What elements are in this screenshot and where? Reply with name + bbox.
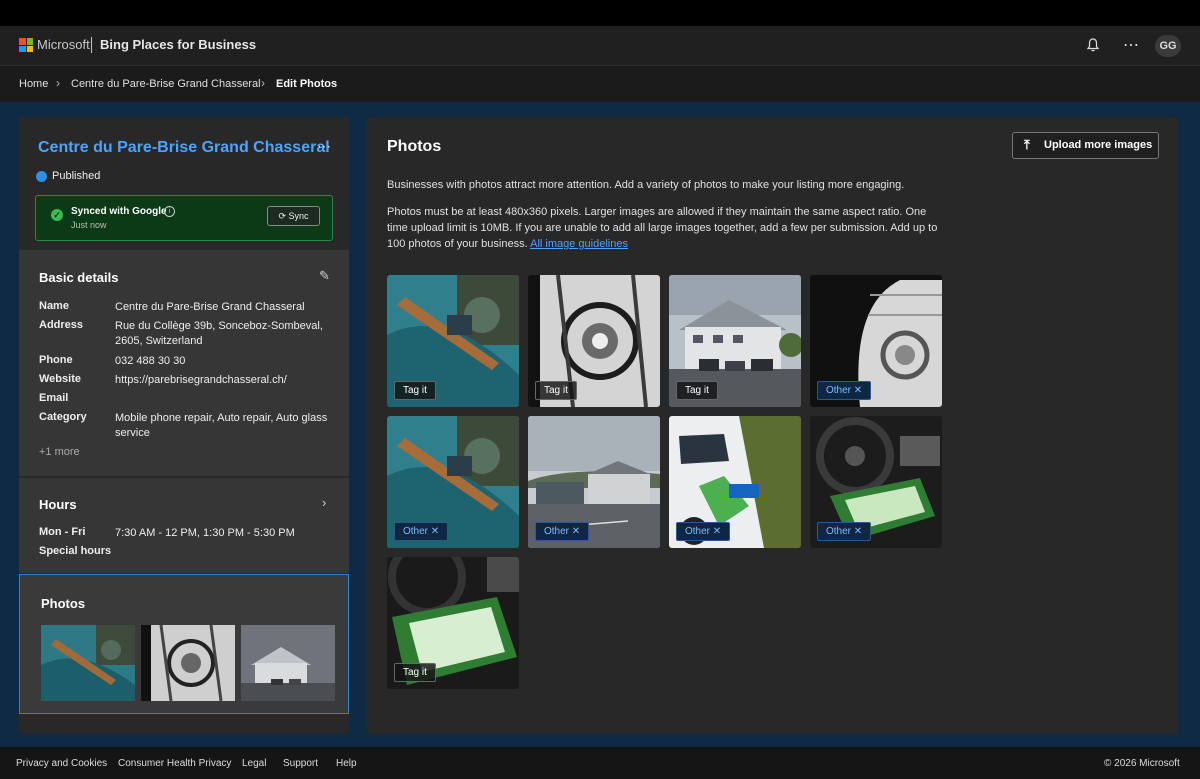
chevron-right-icon[interactable]: ›	[322, 495, 326, 510]
close-icon[interactable]: ✕	[713, 526, 721, 537]
address-label: Address	[39, 319, 84, 331]
hours-days: Mon - Fri	[39, 526, 86, 538]
sync-button[interactable]: ⟳ Sync	[267, 206, 320, 226]
close-icon[interactable]: ✕	[572, 526, 580, 537]
other-tag-label: Other	[826, 526, 852, 537]
tag-it-button[interactable]: Tag it	[394, 381, 436, 400]
photo-tile[interactable]: Tag it	[669, 275, 801, 407]
brand-name[interactable]: Microsoft	[37, 37, 90, 52]
breadcrumb-business[interactable]: Centre du Pare-Brise Grand Chasseral	[71, 78, 261, 90]
address-value: Rue du Collège 39b, Sonceboz-Sombeval, 2…	[115, 320, 323, 347]
tag-it-button[interactable]: Tag it	[676, 381, 718, 400]
name-value: Centre du Pare-Brise Grand Chasseral	[115, 301, 305, 313]
image-guidelines-link[interactable]: All image guidelines	[530, 238, 628, 250]
window-top-strip	[0, 0, 1200, 26]
email-label: Email	[39, 392, 69, 404]
footer-link-privacy[interactable]: Privacy and Cookies	[16, 758, 107, 769]
photo-tile[interactable]: Other ✕	[528, 416, 660, 548]
hours-times: 7:30 AM - 12 PM, 1:30 PM - 5:30 PM	[115, 527, 295, 539]
photo-tile[interactable]: Tag it	[387, 557, 519, 689]
phone-value: 032 488 30 30	[115, 355, 186, 367]
photo-tile[interactable]: Other ✕	[810, 275, 942, 407]
other-tag-label: Other	[826, 385, 852, 396]
close-icon[interactable]: ✕	[854, 385, 862, 396]
photo-thumbnail	[41, 625, 135, 701]
photos-guidelines: Photos must be at least 480x360 pixels. …	[387, 204, 947, 252]
photos-intro: Businesses with photos attract more atte…	[387, 179, 905, 191]
page-title: Photos	[387, 138, 442, 155]
more-options-icon[interactable]: ⋯	[1123, 35, 1140, 55]
website-value: https://parebrisegrandchasseral.ch/	[115, 374, 287, 386]
avatar[interactable]: GG	[1155, 35, 1181, 57]
other-tag[interactable]: Other ✕	[676, 522, 731, 541]
page-footer: Privacy and Cookies Consumer Health Priv…	[0, 747, 1200, 779]
other-tag[interactable]: Other ✕	[817, 522, 872, 541]
upload-button-label: Upload more images	[1044, 139, 1153, 151]
brand-divider	[91, 37, 92, 53]
photo-tile[interactable]: Other ✕	[669, 416, 801, 548]
other-tag-label: Other	[544, 526, 570, 537]
photo-thumbnail	[241, 625, 335, 701]
sync-time: Just now	[71, 220, 107, 230]
business-sidebar: Centre du Pare-Brise Grand Chasseral ⋯ P…	[19, 117, 349, 734]
hours-title: Hours	[39, 497, 77, 512]
business-name: Centre du Pare-Brise Grand Chasseral	[38, 139, 330, 156]
photos-section[interactable]: Photos	[19, 574, 349, 714]
basic-details-section: Basic details ✎ Name Centre du Pare-Bris…	[19, 250, 349, 476]
bell-icon[interactable]	[1085, 37, 1101, 53]
other-tag-label: Other	[685, 526, 711, 537]
basic-details-title: Basic details	[39, 270, 119, 285]
refresh-icon: ⟳	[278, 211, 286, 221]
photo-tile[interactable]: Other ✕	[810, 416, 942, 548]
edit-pencil-icon[interactable]: ✎	[319, 268, 330, 284]
chevron-right-icon: ›	[56, 76, 60, 90]
photo-tile[interactable]: Tag it	[387, 275, 519, 407]
verified-badge-icon	[36, 171, 47, 182]
breadcrumb: Home › Centre du Pare-Brise Grand Chasse…	[0, 66, 1200, 102]
upload-icon: ⤒	[1024, 137, 1030, 152]
special-hours-label: Special hours	[39, 545, 112, 557]
footer-link-help[interactable]: Help	[336, 758, 357, 769]
status-badge: Published	[52, 170, 101, 182]
tag-it-button[interactable]: Tag it	[535, 381, 577, 400]
footer-link-health-privacy[interactable]: Consumer Health Privacy	[118, 758, 231, 769]
check-icon: ✓	[51, 209, 63, 221]
info-icon[interactable]: i	[164, 206, 175, 217]
other-tag-label: Other	[403, 526, 429, 537]
product-name[interactable]: Bing Places for Business	[100, 37, 256, 52]
photo-tile[interactable]: Tag it	[528, 275, 660, 407]
close-icon[interactable]: ✕	[431, 526, 439, 537]
breadcrumb-home[interactable]: Home	[19, 78, 48, 90]
photos-panel: Photos ⤒ Upload more images Businesses w…	[367, 117, 1178, 734]
other-tag[interactable]: Other ✕	[817, 381, 872, 400]
chevron-right-icon: ›	[261, 76, 265, 90]
photos-section-title: Photos	[41, 596, 86, 611]
tag-it-button[interactable]: Tag it	[394, 663, 436, 682]
phone-label: Phone	[39, 354, 73, 366]
app-header: Microsoft Bing Places for Business ⋯ GG	[0, 26, 1200, 66]
sync-title: Synced with Google	[71, 206, 167, 217]
business-more-icon[interactable]: ⋯	[317, 138, 331, 155]
name-label: Name	[39, 300, 69, 312]
sync-status-card: ✓ Synced with Google i Just now ⟳ Sync	[35, 195, 333, 241]
microsoft-logo-icon	[19, 38, 33, 52]
guidelines-text: Photos must be at least 480x360 pixels. …	[387, 206, 938, 250]
more-details-link[interactable]: +1 more	[39, 446, 80, 458]
breadcrumb-current: Edit Photos	[276, 78, 338, 90]
sync-button-label: Sync	[288, 211, 309, 221]
copyright: © 2026 Microsoft	[1104, 758, 1180, 769]
other-tag[interactable]: Other ✕	[394, 522, 449, 541]
category-value: Mobile phone repair, Auto repair, Auto g…	[115, 412, 328, 439]
close-icon[interactable]: ✕	[854, 526, 862, 537]
website-label: Website	[39, 373, 81, 385]
footer-link-support[interactable]: Support	[283, 758, 318, 769]
photo-tile[interactable]: Other ✕	[387, 416, 519, 548]
photo-thumbnail	[141, 625, 235, 701]
other-tag[interactable]: Other ✕	[535, 522, 590, 541]
upload-more-images-button[interactable]: ⤒ Upload more images	[1012, 132, 1159, 159]
category-label: Category	[39, 411, 87, 423]
hours-section[interactable]: Hours › Mon - Fri 7:30 AM - 12 PM, 1:30 …	[19, 478, 349, 573]
footer-link-legal[interactable]: Legal	[242, 758, 266, 769]
